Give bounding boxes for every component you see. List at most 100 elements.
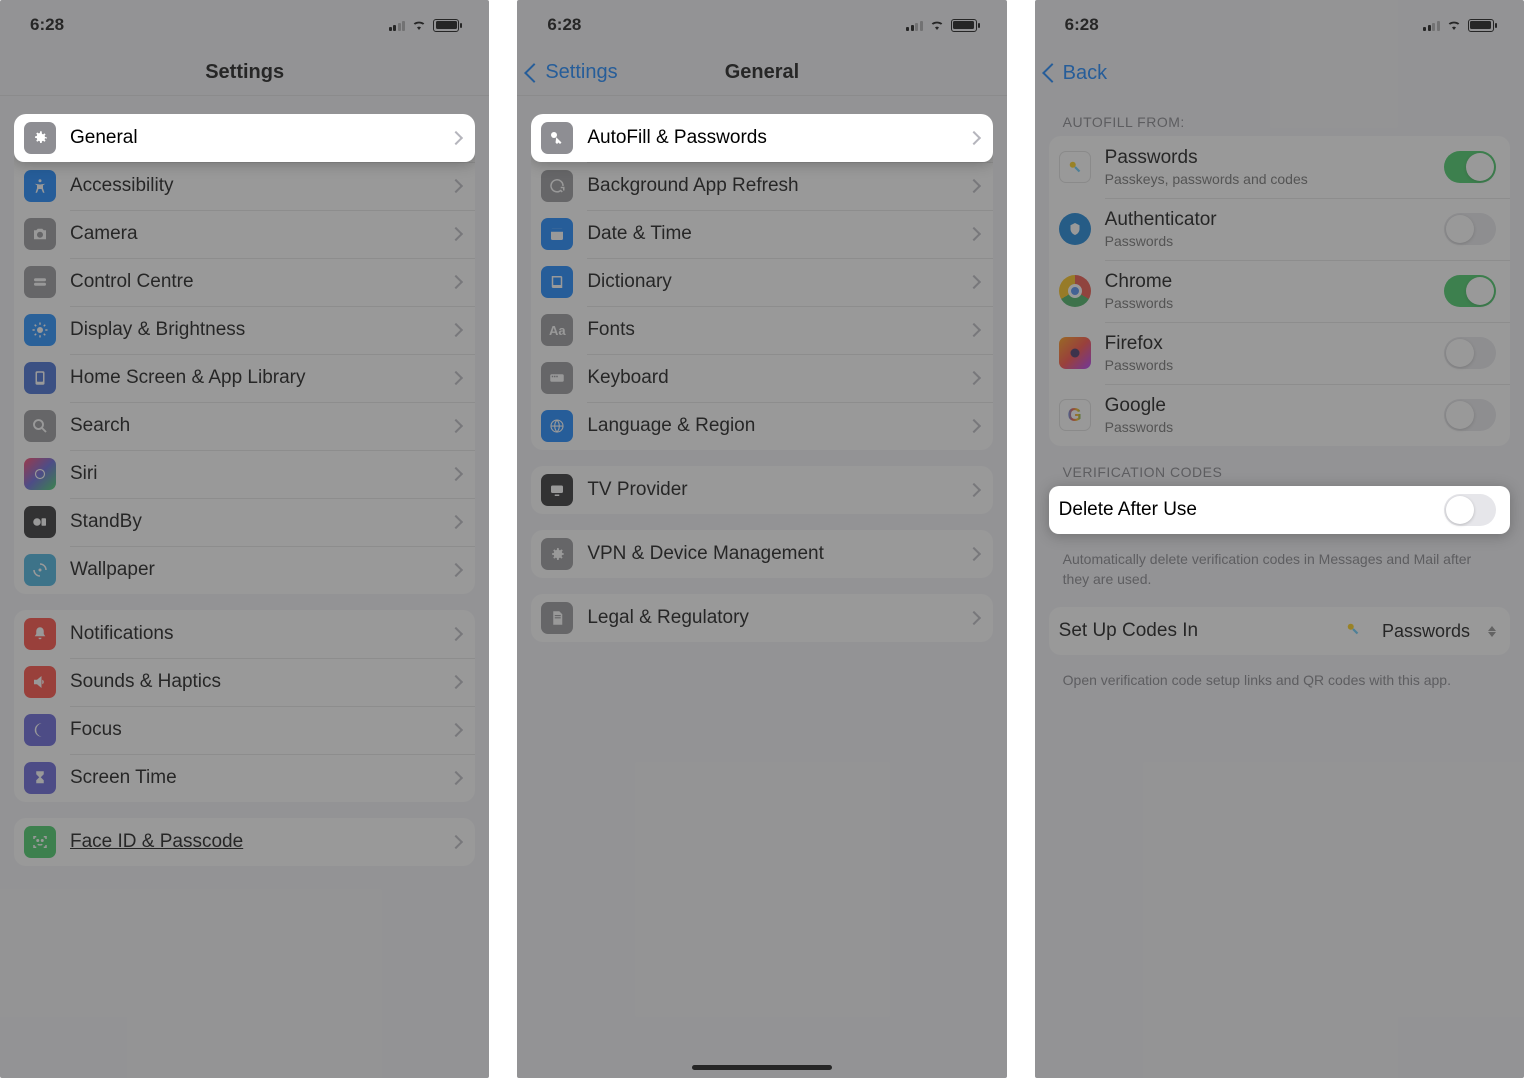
row-display[interactable]: Display & Brightness [14, 306, 475, 354]
home-indicator[interactable] [692, 1065, 832, 1070]
chevron-right-icon [967, 419, 981, 433]
delete-after-use-footer: Automatically delete verification codes … [1063, 550, 1496, 589]
row-screen-time[interactable]: Screen Time [14, 754, 475, 802]
back-button[interactable]: Back [1045, 62, 1107, 85]
chrome-icon [1059, 275, 1091, 307]
settings-group-3: Face ID & Passcode [14, 818, 475, 866]
passwords-small-icon [1344, 620, 1362, 643]
wifi-icon [1446, 15, 1462, 35]
row-label: Siri [70, 463, 437, 485]
settings-group-2: Notifications Sounds & Haptics Focus Scr… [14, 610, 475, 802]
back-label: Settings [545, 61, 617, 84]
toggle-authenticator[interactable] [1444, 213, 1496, 245]
screenshot-settings: 6:28 Settings General Accessibility Came… [0, 0, 489, 1078]
row-siri[interactable]: Siri [14, 450, 475, 498]
chevron-right-icon [449, 275, 463, 289]
row-sub: Passwords [1105, 357, 1430, 373]
chevron-right-icon [449, 771, 463, 785]
row-sounds[interactable]: Sounds & Haptics [14, 658, 475, 706]
calendar-icon [541, 218, 573, 250]
row-focus[interactable]: Focus [14, 706, 475, 754]
chevron-right-icon [449, 515, 463, 529]
general-group-2: TV Provider [531, 466, 992, 514]
moon-icon [24, 714, 56, 746]
row-label: AutoFill & Passwords [587, 127, 954, 149]
search-icon [24, 410, 56, 442]
row-date-time[interactable]: Date & Time [531, 210, 992, 258]
wifi-icon [929, 15, 945, 35]
signal-icon [389, 19, 406, 31]
row-sub: Passkeys, passwords and codes [1105, 171, 1430, 187]
row-authenticator[interactable]: Authenticator Passwords [1049, 198, 1510, 260]
screenshot-general: 6:28 Settings General AutoFill & Passwor… [517, 0, 1006, 1078]
row-chrome[interactable]: Chrome Passwords [1049, 260, 1510, 322]
row-setup-codes[interactable]: Set Up Codes In Passwords [1049, 607, 1510, 655]
toggle-passwords[interactable] [1444, 151, 1496, 183]
general-group-3: VPN & Device Management [531, 530, 992, 578]
row-vpn[interactable]: VPN & Device Management [531, 530, 992, 578]
back-label: Back [1063, 62, 1107, 85]
row-home-screen[interactable]: Home Screen & App Library [14, 354, 475, 402]
page-title: Settings [205, 61, 284, 84]
row-general[interactable]: General [14, 114, 475, 162]
authenticator-icon [1059, 213, 1091, 245]
toggle-chrome[interactable] [1444, 275, 1496, 307]
status-icons [389, 15, 460, 35]
delete-after-use-group: Delete After Use [1049, 486, 1510, 534]
sound-icon [24, 666, 56, 698]
control-centre-icon [24, 266, 56, 298]
row-search[interactable]: Search [14, 402, 475, 450]
row-passwords-app[interactable]: Passwords Passkeys, passwords and codes [1049, 136, 1510, 198]
row-label: TV Provider [587, 479, 954, 501]
row-face-id[interactable]: Face ID & Passcode [14, 818, 475, 866]
chevron-right-icon [967, 179, 981, 193]
setup-value: Passwords [1382, 621, 1470, 642]
row-camera[interactable]: Camera [14, 210, 475, 258]
chevron-right-icon [449, 675, 463, 689]
chevron-right-icon [449, 323, 463, 337]
chevron-right-icon [967, 547, 981, 561]
row-accessibility[interactable]: Accessibility [14, 162, 475, 210]
row-label: Delete After Use [1059, 499, 1430, 521]
row-language[interactable]: Language & Region [531, 402, 992, 450]
row-label: Fonts [587, 319, 954, 341]
settings-group-1: General Accessibility Camera Control Cen… [14, 114, 475, 594]
battery-icon [433, 19, 459, 32]
toggle-firefox[interactable] [1444, 337, 1496, 369]
row-label: Wallpaper [70, 559, 437, 581]
row-notifications[interactable]: Notifications [14, 610, 475, 658]
book-icon [541, 266, 573, 298]
row-autofill-passwords[interactable]: AutoFill & Passwords [531, 114, 992, 162]
row-label: Camera [70, 223, 437, 245]
toggle-delete-after-use[interactable] [1444, 494, 1496, 526]
row-legal[interactable]: Legal & Regulatory [531, 594, 992, 642]
row-fonts[interactable]: Aa Fonts [531, 306, 992, 354]
row-google[interactable]: G Google Passwords [1049, 384, 1510, 446]
back-button[interactable]: Settings [527, 61, 617, 84]
row-label: Accessibility [70, 175, 437, 197]
battery-icon [951, 19, 977, 32]
row-control-centre[interactable]: Control Centre [14, 258, 475, 306]
chevron-right-icon [449, 467, 463, 481]
general-group-1: AutoFill & Passwords Background App Refr… [531, 114, 992, 450]
row-standby[interactable]: StandBy [14, 498, 475, 546]
chevron-right-icon [967, 371, 981, 385]
row-background-refresh[interactable]: Background App Refresh [531, 162, 992, 210]
passwords-app-icon [1059, 151, 1091, 183]
row-tv-provider[interactable]: TV Provider [531, 466, 992, 514]
row-wallpaper[interactable]: Wallpaper [14, 546, 475, 594]
row-label: VPN & Device Management [587, 543, 954, 565]
home-screen-icon [24, 362, 56, 394]
row-delete-after-use[interactable]: Delete After Use [1049, 486, 1510, 534]
keyboard-icon [541, 362, 573, 394]
toggle-google[interactable] [1444, 399, 1496, 431]
chevron-left-icon [1042, 63, 1062, 83]
display-icon [24, 314, 56, 346]
row-keyboard[interactable]: Keyboard [531, 354, 992, 402]
status-bar: 6:28 [1035, 0, 1524, 50]
accessibility-icon [24, 170, 56, 202]
face-id-icon [24, 826, 56, 858]
row-dictionary[interactable]: Dictionary [531, 258, 992, 306]
row-firefox[interactable]: Firefox Passwords [1049, 322, 1510, 384]
row-sub: Passwords [1105, 295, 1430, 311]
